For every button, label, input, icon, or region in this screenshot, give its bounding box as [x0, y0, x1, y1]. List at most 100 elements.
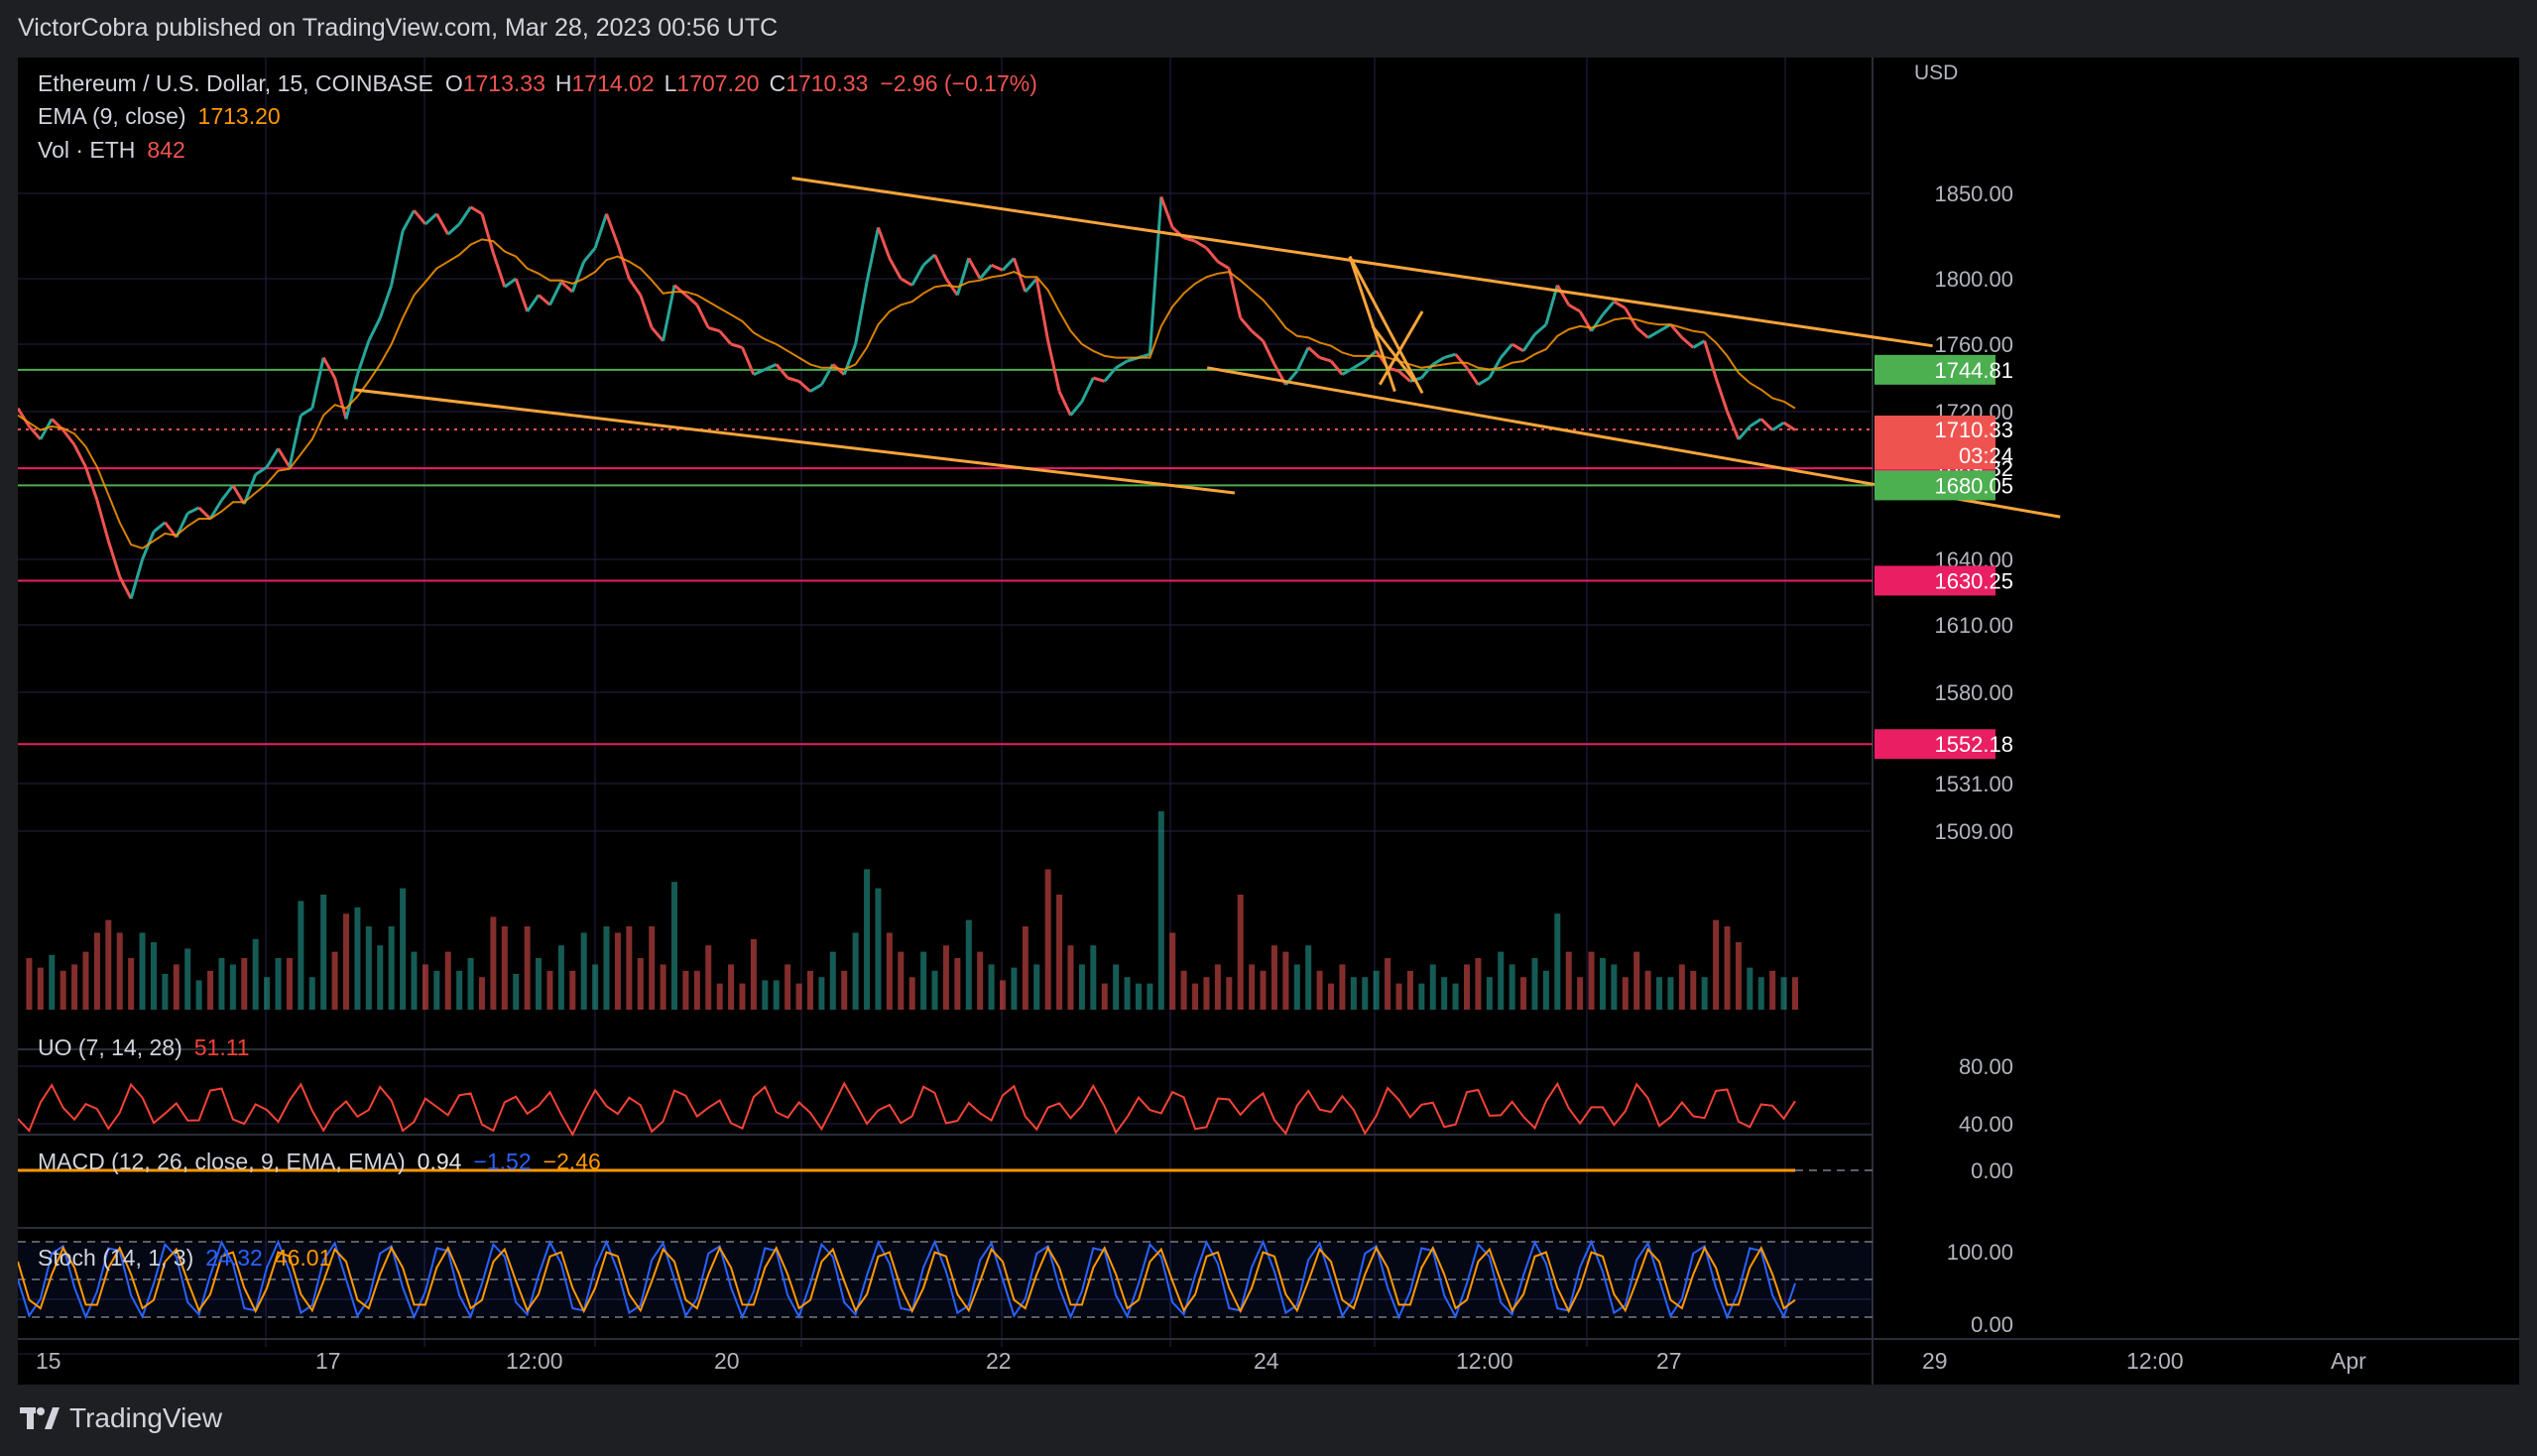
legend-uo-label: UO (7, 14, 28) — [38, 1034, 182, 1060]
volume-bar — [1735, 942, 1742, 1010]
volume-bar — [433, 970, 440, 1010]
chart-background — [18, 58, 2519, 1385]
volume-bar — [354, 907, 361, 1010]
volume-bar — [173, 964, 180, 1010]
volume-bar — [1667, 977, 1674, 1010]
volume-bar — [1475, 958, 1482, 1010]
legend-close-label: C — [770, 70, 786, 96]
time-tick: 29 — [1922, 1348, 1948, 1374]
price-tick: 1610.00 — [1934, 613, 2013, 638]
volume-bar — [614, 932, 621, 1010]
volume-bar — [264, 977, 271, 1010]
chart-frame[interactable]: USD 1850.00 1800.00 1760.00 1720.00 1640.00 16… — [16, 58, 2519, 1385]
volume-bar — [1135, 983, 1142, 1010]
volume-bar — [128, 958, 135, 1010]
legend-symbol: Ethereum / U.S. Dollar, 15, COINBASE — [38, 70, 433, 96]
volume-bar — [1633, 951, 1640, 1010]
legend-ema-label: EMA (9, close) — [38, 103, 186, 129]
macd-tick: 0.00 — [1971, 1158, 2013, 1183]
volume-bar — [116, 932, 123, 1010]
time-tick: 24 — [1254, 1348, 1279, 1374]
volume-bar — [954, 958, 961, 1010]
volume-bar — [286, 958, 293, 1010]
price-tick: 1760.00 — [1934, 332, 2013, 357]
volume-bar — [1611, 964, 1618, 1010]
volume-bar — [920, 951, 927, 1010]
time-tick: 12:00 — [2126, 1348, 2184, 1374]
volume-bar — [898, 951, 905, 1010]
volume-bar — [660, 964, 666, 1010]
volume-bar — [1622, 977, 1629, 1010]
legend-stoch-label: Stoch (14, 1, 3) — [38, 1245, 193, 1271]
volume-bar — [1022, 926, 1028, 1010]
volume-bar — [1328, 983, 1335, 1010]
volume-bar — [1588, 951, 1595, 1010]
volume-bar — [1169, 932, 1176, 1010]
volume-bar — [626, 926, 633, 1010]
volume-bar — [1067, 945, 1074, 1010]
volume-bar — [852, 932, 859, 1010]
price-chart[interactable]: USD1850.001800.001760.001720.001640.0016… — [16, 58, 2519, 1385]
volume-bar — [229, 964, 236, 1010]
legend-uo-value: 51.11 — [194, 1034, 250, 1060]
volume-bar — [218, 958, 225, 1010]
volume-bar — [908, 977, 915, 1010]
volume-bar — [377, 945, 384, 1010]
volume-bar — [716, 983, 723, 1010]
tradingview-logo[interactable]: TradingView — [20, 1402, 222, 1434]
brand-name: TradingView — [69, 1402, 223, 1433]
legend-macd-label: MACD (12, 26, close, 9, EMA, EMA) — [38, 1149, 406, 1174]
volume-bar — [931, 970, 938, 1010]
volume-bar — [739, 983, 746, 1010]
volume-bar — [1565, 951, 1572, 1010]
volume-bar — [1441, 977, 1448, 1010]
last-price-label: 1710.33 — [1934, 418, 2013, 442]
volume-bar — [705, 945, 712, 1010]
price-tick: 1800.00 — [1934, 267, 2013, 292]
publish-header: VictorCobra published on TradingView.com… — [0, 0, 2537, 58]
volume-bar — [1249, 964, 1256, 1010]
uo-tick: 40.00 — [1959, 1112, 2013, 1137]
volume-bar — [1644, 970, 1651, 1010]
level-tag-label: 1744.81 — [1934, 358, 2013, 383]
volume-bar — [150, 942, 157, 1010]
volume-bar — [298, 901, 304, 1010]
level-tag-label: 1552.18 — [1934, 732, 2013, 757]
volume-bar — [1260, 970, 1267, 1010]
price-tick: 1509.00 — [1934, 819, 2013, 844]
volume-bar — [750, 938, 757, 1010]
volume-bar — [139, 932, 146, 1010]
volume-bar — [162, 974, 169, 1010]
volume-bar — [400, 888, 407, 1010]
volume-bar — [1362, 977, 1369, 1010]
legend-open-label: O — [445, 70, 463, 96]
time-tick: Apr — [2331, 1348, 2366, 1374]
volume-bar — [536, 958, 543, 1010]
volume-bar — [93, 932, 100, 1010]
volume-bar — [513, 974, 520, 1010]
volume-bar — [1180, 970, 1187, 1010]
volume-bar — [557, 945, 564, 1010]
volume-bar — [1792, 977, 1798, 1010]
volume-bar — [1237, 895, 1244, 1010]
volume-bar — [241, 958, 248, 1010]
volume-bar — [806, 970, 813, 1010]
volume-bar — [785, 964, 791, 1010]
volume-bar — [1373, 970, 1380, 1010]
currency-label: USD — [1914, 61, 1958, 84]
legend-stoch-v2: 46.01 — [275, 1245, 332, 1271]
volume-bar — [1724, 926, 1731, 1010]
volume-bar — [592, 964, 599, 1010]
volume-bar — [422, 964, 428, 1010]
volume-bar — [1090, 945, 1097, 1010]
price-tick: 1580.00 — [1934, 680, 2013, 705]
time-tick: 12:00 — [506, 1348, 563, 1374]
volume-bar — [184, 948, 191, 1010]
volume-bar — [1214, 964, 1221, 1010]
volume-bar — [331, 951, 338, 1010]
legend-low-label: L — [664, 70, 677, 96]
volume-bar — [795, 983, 802, 1010]
volume-bar — [580, 932, 587, 1010]
volume-bar — [1769, 970, 1776, 1010]
volume-bar — [1157, 811, 1164, 1010]
